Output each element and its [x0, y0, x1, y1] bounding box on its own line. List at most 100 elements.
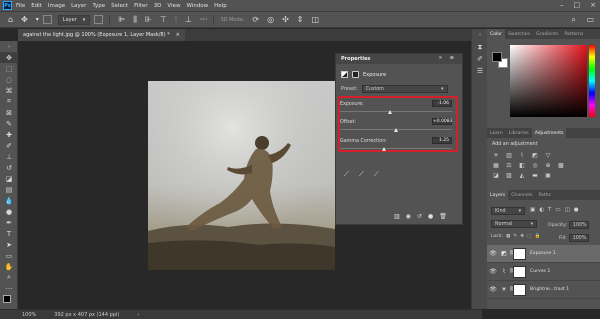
brightness-icon[interactable]: ☀ [492, 152, 500, 159]
align-right-icon[interactable]: ⊪ [145, 15, 152, 24]
gradient-tool-icon[interactable]: ▤ [0, 184, 18, 195]
exposure-value-field[interactable]: -1.06 [432, 100, 452, 107]
healing-brush-icon[interactable]: ✚ [0, 129, 18, 140]
menu-window[interactable]: Window [186, 3, 208, 9]
hand-tool-icon[interactable]: ✋ [0, 261, 18, 272]
close-tab-icon[interactable]: × [176, 32, 180, 38]
marquee-tool-icon[interactable]: ⬚ [0, 63, 18, 74]
panel-collapse-icon[interactable]: » [0, 41, 18, 52]
zoom-level[interactable]: 100% [22, 312, 36, 318]
frame-tool-icon[interactable]: ⊠ [0, 107, 18, 118]
menu-select[interactable]: Select [111, 3, 128, 9]
zoom-tool-icon[interactable]: ⌕ [0, 272, 18, 283]
gradient-map-icon[interactable]: ▬ [531, 172, 539, 179]
lock-transparent-icon[interactable]: ▦ [506, 234, 510, 239]
opacity-field[interactable]: 100% [568, 221, 589, 229]
layer-mask-icon[interactable] [352, 71, 359, 78]
move-tool-icon[interactable]: ✥ [0, 52, 18, 63]
white-point-eyedropper-icon[interactable]: ⟋ [374, 170, 379, 179]
maximize-icon[interactable]: □ [574, 1, 581, 9]
brush-tool-icon[interactable]: ✐ [0, 140, 18, 151]
vibrance-icon[interactable]: ▽ [544, 152, 552, 159]
chevron-down-icon[interactable]: ▾ [36, 16, 39, 23]
foreground-color-swatch[interactable] [3, 295, 11, 303]
path-select-tool-icon[interactable]: ➤ [0, 239, 18, 250]
exposure-slider-thumb[interactable] [387, 110, 392, 114]
color-swatches[interactable] [0, 294, 18, 310]
reset-icon[interactable]: ↺ [417, 213, 422, 220]
transform-controls-checkbox[interactable] [94, 15, 104, 24]
menu-3d[interactable]: 3D [154, 3, 162, 9]
auto-select-dropdown[interactable]: Layer ▾ [57, 14, 91, 25]
adjustment-filter-icon[interactable]: ◐ [539, 207, 544, 213]
tab-paths[interactable]: Paths [535, 190, 554, 200]
layer-row-brightness[interactable]: 👁 ☀ ⛓ Brightne...trast 1 [487, 281, 600, 299]
brush-panel-icon[interactable]: ✐ [472, 53, 488, 65]
align-bottom-icon[interactable]: ⊥ [185, 15, 192, 24]
shape-filter-icon[interactable]: ▭ [555, 207, 560, 213]
workspace-icon[interactable]: ▭ [586, 15, 594, 24]
auto-select-checkbox[interactable] [42, 15, 52, 24]
crop-tool-icon[interactable]: ⌗ [0, 96, 18, 107]
gray-point-eyedropper-icon[interactable]: ⟋ [359, 170, 364, 179]
collapse-icon[interactable]: « [472, 29, 488, 41]
offset-value-field[interactable]: +0.0083 [432, 118, 453, 125]
3d-roll-icon[interactable]: ◎ [267, 15, 274, 24]
color-swatch-stack[interactable] [492, 52, 510, 70]
lock-all-icon[interactable]: 🔒 [534, 234, 540, 239]
layer-mask-thumbnail[interactable] [513, 265, 526, 278]
eye-icon[interactable]: 👁 [487, 286, 499, 293]
invert-icon[interactable]: ◪ [492, 172, 500, 179]
tab-learn[interactable]: Learn [487, 128, 506, 138]
fill-field[interactable]: 100% [568, 234, 589, 242]
more-tools-icon[interactable]: ··· [0, 283, 18, 294]
layer-mask-thumbnail[interactable] [513, 283, 526, 296]
3d-pan-icon[interactable]: ✣ [282, 15, 289, 24]
levels-icon[interactable]: ▥ [505, 152, 513, 159]
color-lookup-icon[interactable]: ▩ [557, 162, 565, 169]
move-tool-icon[interactable]: ✥ [21, 15, 28, 24]
gamma-slider-thumb[interactable] [382, 147, 387, 151]
color-balance-icon[interactable]: ⚖ [505, 162, 513, 169]
clone-stamp-icon[interactable]: ⊥ [0, 151, 18, 162]
history-brush-icon[interactable]: ↺ [0, 162, 18, 173]
offset-slider-thumb[interactable] [393, 128, 398, 132]
menu-filter[interactable]: Filter [134, 3, 148, 9]
menu-image[interactable]: Image [48, 3, 65, 9]
minimize-icon[interactable]: – [560, 1, 564, 9]
dodge-tool-icon[interactable]: ● [0, 206, 18, 217]
foreground-color-swatch[interactable] [492, 52, 502, 62]
lock-artboard-icon[interactable]: ⬚ [527, 234, 531, 239]
menu-edit[interactable]: Edit [31, 3, 42, 9]
menu-help[interactable]: Help [214, 3, 227, 9]
search-icon[interactable]: ⌕ [572, 15, 576, 25]
gamma-value-field[interactable]: 1.25 [432, 137, 452, 144]
quick-select-tool-icon[interactable]: ⌘ [0, 85, 18, 96]
document-image[interactable] [148, 81, 335, 270]
home-icon[interactable]: ⌂ [8, 15, 13, 24]
lasso-tool-icon[interactable]: ◌ [0, 74, 18, 85]
history-panel-icon[interactable]: ⧗ [472, 41, 488, 53]
selective-color-icon[interactable]: ▣ [544, 172, 552, 179]
panel-menu-icon[interactable]: » ≡ [439, 55, 457, 61]
layer-filter-dropdown[interactable]: Kind ▾ [491, 207, 525, 215]
tab-color[interactable]: Color [487, 29, 505, 39]
type-filter-icon[interactable]: T [548, 207, 551, 213]
layer-mask-thumbnail[interactable] [513, 247, 526, 260]
preset-dropdown[interactable]: Custom ▾ [361, 85, 448, 93]
menu-file[interactable]: File [16, 3, 25, 9]
channel-mixer-icon[interactable]: ⊕ [544, 162, 552, 169]
3d-orbit-icon[interactable]: ⟳ [252, 15, 259, 24]
black-white-icon[interactable]: ◧ [518, 162, 526, 169]
delete-icon[interactable]: 🗑 [439, 213, 447, 220]
layer-row-curves[interactable]: 👁 ⌇ ⛓ Curves 1 [487, 263, 600, 281]
pixel-filter-icon[interactable]: ▣ [530, 207, 535, 213]
tab-gradients[interactable]: Gradients [533, 29, 561, 39]
layer-name[interactable]: Brightne...trast 1 [530, 287, 569, 292]
smart-filter-icon[interactable]: ◫ [565, 207, 570, 213]
gamma-slider-track[interactable] [340, 148, 452, 149]
hue-saturation-icon[interactable]: ▦ [492, 162, 500, 169]
align-left-icon[interactable]: ⊫ [118, 15, 125, 24]
3d-slide-icon[interactable]: ⇕ [297, 15, 304, 24]
tab-channels[interactable]: Channels [508, 190, 535, 200]
